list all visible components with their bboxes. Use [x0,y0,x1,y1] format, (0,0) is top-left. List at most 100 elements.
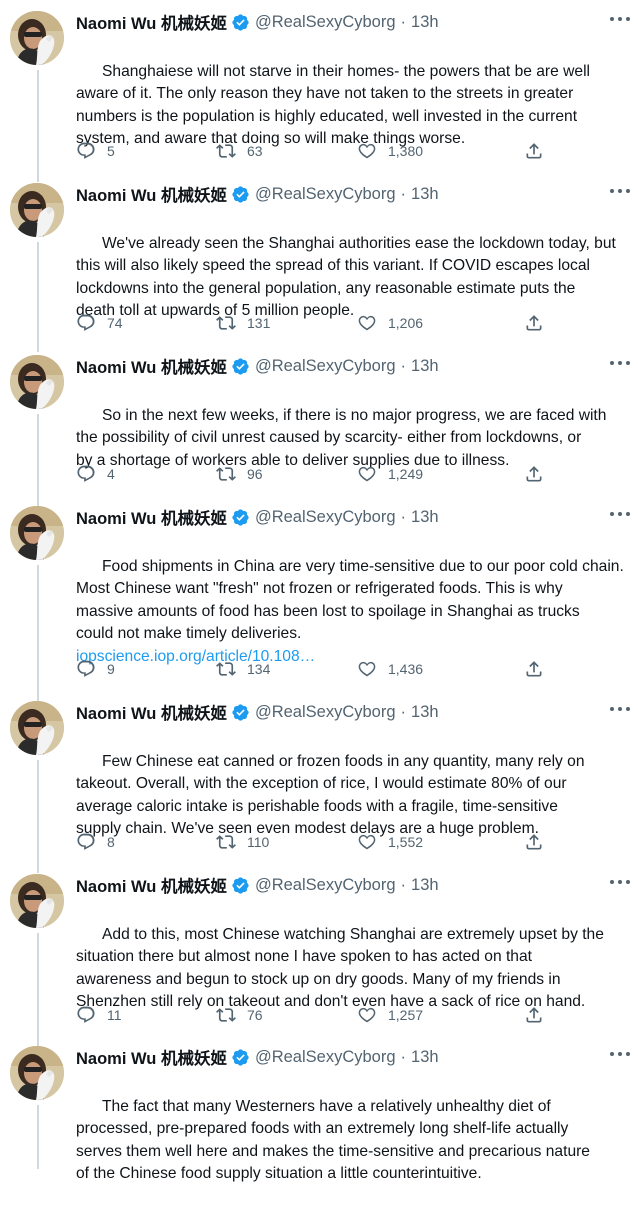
like-count: 1,436 [388,661,424,677]
thread-connector-line [37,70,39,182]
share-button[interactable] [524,462,544,486]
tweet-actions: 4 96 1,249 [76,462,556,486]
share-icon [526,834,542,850]
tweet-timestamp[interactable]: 13h [411,357,439,376]
thread-connector-line [37,242,39,352]
avatar[interactable] [10,874,64,928]
reply-count: 5 [107,143,115,159]
share-button[interactable] [524,657,544,681]
tweet-timestamp[interactable]: 13h [411,185,439,204]
avatar[interactable] [10,506,64,560]
author-handle[interactable]: @RealSexyCyborg [255,13,396,32]
share-icon [526,466,542,482]
tweet-header: Naomi Wu 机械妖姬 @RealSexyCyborg · 13h [76,700,638,724]
like-count: 1,552 [388,834,424,850]
author-handle[interactable]: @RealSexyCyborg [255,185,396,204]
share-button[interactable] [524,139,544,163]
reply-button[interactable]: 4 [76,462,115,486]
author-name[interactable]: Naomi Wu 机械妖姬 [76,10,227,34]
more-options-icon[interactable] [610,14,630,24]
author-name[interactable]: Naomi Wu 机械妖姬 [76,700,227,724]
reply-icon [77,142,95,159]
author-handle[interactable]: @RealSexyCyborg [255,703,396,722]
avatar-photo-icon [10,506,64,560]
separator-dot: · [400,1047,407,1066]
tweet-timestamp[interactable]: 13h [411,13,439,32]
reply-button[interactable]: 9 [76,657,115,681]
avatar[interactable] [10,11,64,65]
like-button[interactable]: 1,249 [357,462,423,486]
like-button[interactable]: 1,257 [357,1003,423,1027]
thread-connector-line [37,565,39,709]
retweet-icon [216,316,236,330]
like-button[interactable]: 1,206 [357,311,423,335]
tweet[interactable]: Naomi Wu 机械妖姬 @RealSexyCyborg · 13h Add … [0,863,638,1046]
avatar[interactable] [10,1046,64,1100]
avatar[interactable] [10,701,64,755]
tweet-timestamp[interactable]: 13h [411,508,439,527]
retweet-button[interactable]: 110 [216,830,269,854]
tweet[interactable]: Naomi Wu 机械妖姬 @RealSexyCyborg · 13h Shan… [0,0,638,182]
reply-count: 4 [107,466,115,482]
retweet-button[interactable]: 134 [216,657,270,681]
avatar[interactable] [10,183,64,237]
more-options-icon[interactable] [610,704,630,714]
more-options-icon[interactable] [610,509,630,519]
more-options-icon[interactable] [610,186,630,196]
like-button[interactable]: 1,380 [357,139,423,163]
heart-icon [358,143,376,159]
author-name[interactable]: Naomi Wu 机械妖姬 [76,873,227,897]
avatar-photo-icon [10,355,64,409]
author-name[interactable]: Naomi Wu 机械妖姬 [76,1045,227,1069]
reply-button[interactable]: 8 [76,830,115,854]
reply-button[interactable]: 11 [76,1003,122,1027]
heart-icon [358,661,376,677]
author-handle[interactable]: @RealSexyCyborg [255,876,396,895]
tweet-text-content: Add to this, most Chinese watching Shang… [76,925,604,1011]
retweet-button[interactable]: 131 [216,311,270,335]
tweet[interactable]: Naomi Wu 机械妖姬 @RealSexyCyborg · 13h We'v… [0,172,638,352]
author-handle[interactable]: @RealSexyCyborg [255,1048,396,1067]
more-options-icon[interactable] [610,877,630,887]
more-options-icon[interactable] [610,1049,630,1059]
tweet[interactable]: Naomi Wu 机械妖姬 @RealSexyCyborg · 13h So i… [0,344,638,514]
share-icon [526,1007,542,1023]
tweet-timestamp[interactable]: 13h [411,1048,439,1067]
author-name[interactable]: Naomi Wu 机械妖姬 [76,354,227,378]
separator-dot: · [400,875,407,894]
tweet-timestamp[interactable]: 13h [411,876,439,895]
author-handle[interactable]: @RealSexyCyborg [255,357,396,376]
author-name[interactable]: Naomi Wu 机械妖姬 [76,182,227,206]
author-name[interactable]: Naomi Wu 机械妖姬 [76,505,227,529]
tweet-header: Naomi Wu 机械妖姬 @RealSexyCyborg · 13h [76,182,638,206]
retweet-count: 76 [247,1007,263,1023]
reply-button[interactable]: 74 [76,311,123,335]
avatar[interactable] [10,355,64,409]
more-options-icon[interactable] [610,358,630,368]
share-button[interactable] [524,1003,544,1027]
tweet-text-content: Shanghaiese will not starve in their hom… [76,62,590,148]
retweet-icon [216,467,236,481]
tweet[interactable]: Naomi Wu 机械妖姬 @RealSexyCyborg · 13h Few … [0,690,638,873]
separator-dot: · [400,184,407,203]
retweet-count: 131 [247,315,271,331]
tweet-actions: 5 63 1,380 [76,139,556,163]
retweet-button[interactable]: 63 [216,139,263,163]
tweet[interactable]: Naomi Wu 机械妖姬 @RealSexyCyborg · 13h The … [0,1035,638,1182]
like-button[interactable]: 1,552 [357,830,423,854]
retweet-count: 63 [247,143,263,159]
share-button[interactable] [524,311,544,335]
avatar-photo-icon [10,1046,64,1100]
tweet-actions: 9 134 1,436 [76,657,556,681]
reply-button[interactable]: 5 [76,139,115,163]
retweet-button[interactable]: 96 [216,462,263,486]
tweet-text-content: So in the next few weeks, if there is no… [76,406,607,469]
reply-count: 9 [107,661,115,677]
share-button[interactable] [524,830,544,854]
tweet-text-content: We've already seen the Shanghai authorit… [76,234,616,320]
tweet[interactable]: Naomi Wu 机械妖姬 @RealSexyCyborg · 13h Food… [0,495,638,709]
tweet-timestamp[interactable]: 13h [411,703,439,722]
author-handle[interactable]: @RealSexyCyborg [255,508,396,527]
retweet-button[interactable]: 76 [216,1003,263,1027]
like-button[interactable]: 1,436 [357,657,423,681]
